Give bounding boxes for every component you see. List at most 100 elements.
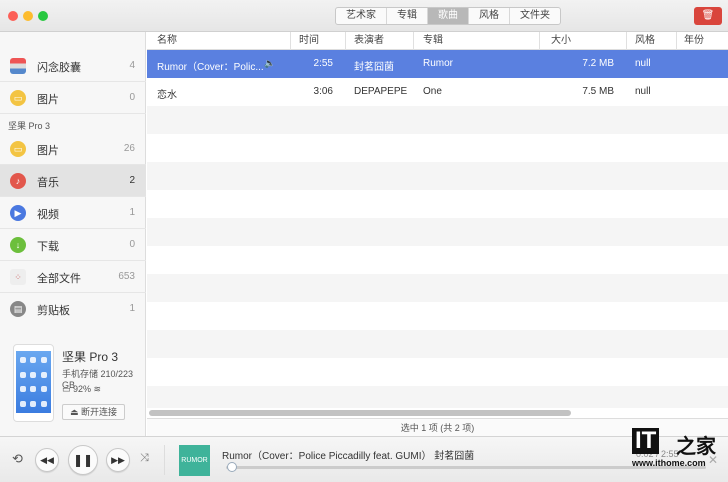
empty-row xyxy=(147,386,728,408)
previous-button[interactable]: ◀◀ xyxy=(35,448,59,472)
trash-icon: 🗑 xyxy=(702,10,715,21)
empty-row xyxy=(147,330,728,358)
sidebar-item-label: 下载 xyxy=(37,238,59,254)
cell-genre: null xyxy=(635,86,651,97)
sidebar-item-label: 图片 xyxy=(37,91,59,107)
cell-album: One xyxy=(423,86,442,97)
table-row[interactable]: 恋水 3:06 DEPAPEPE One 7.5 MB null xyxy=(147,78,728,106)
table-row[interactable]: Rumor（Cover：Polic... 🔈 2:55 封茗囧菌 Rumor 7… xyxy=(147,50,728,78)
cell-size: 7.2 MB xyxy=(582,58,614,69)
close-window-button[interactable] xyxy=(8,11,18,21)
empty-row xyxy=(147,106,728,134)
capsule-icon xyxy=(10,58,26,74)
sidebar-item-video[interactable]: ▶ 视频 1 xyxy=(0,197,146,229)
column-genre[interactable]: 风格 xyxy=(635,35,655,47)
zoom-window-button[interactable] xyxy=(38,11,48,21)
progress-knob[interactable] xyxy=(227,462,237,472)
battery-icon: ▭ xyxy=(62,384,73,394)
device-panel: 坚果 Pro 3 手机存储 210/223 GB ▭ 92% ≋ ⏏ 断开连接 xyxy=(0,330,146,436)
sidebar-item-capsule[interactable]: 闪念胶囊 4 xyxy=(0,50,146,82)
speaker-icon: 🔈 xyxy=(264,58,275,69)
table-header: 名称 时间 表演者 专辑 大小 风格 年份 xyxy=(147,32,728,50)
sidebar-item-count: 653 xyxy=(118,271,135,282)
cell-name: 恋水 xyxy=(157,86,177,101)
repeat-icon[interactable]: ⟲ xyxy=(12,451,23,467)
column-size[interactable]: 大小 xyxy=(551,35,571,47)
sidebar-item-photos-local[interactable]: ▭ 图片 0 xyxy=(0,82,146,114)
download-icon: ↓ xyxy=(10,237,26,253)
pause-icon: ❚❚ xyxy=(73,453,93,467)
cell-artist: 封茗囧菌 xyxy=(354,58,394,73)
files-icon: ⁘ xyxy=(10,269,26,285)
sidebar-item-count: 4 xyxy=(129,60,135,71)
fast-forward-icon: ▶▶ xyxy=(111,455,125,465)
pause-button[interactable]: ❚❚ xyxy=(68,445,98,475)
watermark-logo: IT 之家 www.ithome.com xyxy=(632,428,716,478)
delete-button[interactable]: 🗑 xyxy=(694,7,722,25)
device-section-label: 坚果 Pro 3 xyxy=(8,119,50,132)
empty-row xyxy=(147,162,728,190)
column-artist[interactable]: 表演者 xyxy=(354,35,384,47)
cell-size: 7.5 MB xyxy=(582,86,614,97)
video-icon: ▶ xyxy=(10,205,26,221)
song-table: 名称 时间 表演者 专辑 大小 风格 年份 Rumor（Cover：Polic.… xyxy=(147,32,728,436)
tab-genres[interactable]: 风格 xyxy=(469,8,510,24)
sidebar-item-count: 0 xyxy=(129,92,135,103)
music-icon: ♪ xyxy=(10,173,26,189)
cell-album: Rumor xyxy=(423,58,453,69)
wifi-icon: ≋ xyxy=(91,384,101,394)
sidebar-item-all-files[interactable]: ⁘ 全部文件 653 xyxy=(0,261,146,293)
sidebar-item-photos[interactable]: ▭ 图片 26 xyxy=(0,133,146,165)
sidebar-item-count: 1 xyxy=(129,207,135,218)
watermark-zh: 之家 xyxy=(676,430,716,459)
album-cover: RUMOR xyxy=(179,445,210,476)
clipboard-icon: ▤ xyxy=(10,301,26,317)
tab-artists[interactable]: 艺术家 xyxy=(336,8,387,24)
watermark-url: www.ithome.com xyxy=(632,458,706,468)
player-bar: ⟲ ◀◀ ❚❚ ▶▶ ⤨ RUMOR Rumor（Cover：Police Pi… xyxy=(0,436,728,482)
sidebar-item-label: 视频 xyxy=(37,206,59,222)
cell-name: Rumor（Cover：Polic... xyxy=(157,58,264,73)
shuffle-icon[interactable]: ⤨ xyxy=(140,452,149,465)
disconnect-label: 断开连接 xyxy=(81,407,117,417)
column-name[interactable]: 名称 xyxy=(157,35,177,47)
horizontal-scrollbar[interactable] xyxy=(149,410,571,416)
rewind-icon: ◀◀ xyxy=(40,455,54,465)
empty-row xyxy=(147,218,728,246)
column-year[interactable]: 年份 xyxy=(684,35,704,47)
sidebar-item-count: 26 xyxy=(124,143,135,154)
eject-icon: ⏏ xyxy=(70,407,81,417)
cell-time: 3:06 xyxy=(314,86,333,97)
empty-row xyxy=(147,274,728,302)
column-album[interactable]: 专辑 xyxy=(423,35,443,47)
sidebar-item-label: 剪贴板 xyxy=(37,302,70,318)
watermark-it: IT xyxy=(632,428,659,454)
sidebar-item-downloads[interactable]: ↓ 下载 0 xyxy=(0,229,146,261)
battery-percent: 92% xyxy=(73,384,91,394)
photo-icon: ▭ xyxy=(10,90,26,106)
column-time[interactable]: 时间 xyxy=(299,35,319,47)
minimize-window-button[interactable] xyxy=(23,11,33,21)
sidebar-item-count: 2 xyxy=(129,175,135,186)
cell-artist: DEPAPEPE xyxy=(354,86,407,97)
battery-status: ▭ 92% ≋ xyxy=(62,384,101,395)
tab-songs[interactable]: 歌曲 xyxy=(428,8,469,24)
title-bar: 艺术家 专辑 歌曲 风格 文件夹 🗑 xyxy=(0,0,728,32)
tab-folders[interactable]: 文件夹 xyxy=(510,8,560,24)
photo-icon: ▭ xyxy=(10,141,26,157)
sidebar-item-count: 0 xyxy=(129,239,135,250)
sidebar-item-label: 全部文件 xyxy=(37,270,81,286)
sidebar-item-count: 1 xyxy=(129,303,135,314)
sidebar-item-label: 音乐 xyxy=(37,174,59,190)
cell-genre: null xyxy=(635,58,651,69)
cell-time: 2:55 xyxy=(314,58,333,69)
next-button[interactable]: ▶▶ xyxy=(106,448,130,472)
sidebar-item-label: 闪念胶囊 xyxy=(37,59,81,75)
tab-albums[interactable]: 专辑 xyxy=(387,8,428,24)
device-name: 坚果 Pro 3 xyxy=(62,348,118,365)
phone-image xyxy=(13,344,54,422)
sidebar-item-clipboard[interactable]: ▤ 剪贴板 1 xyxy=(0,293,146,325)
disconnect-button[interactable]: ⏏ 断开连接 xyxy=(62,404,125,420)
sidebar-item-music[interactable]: ♪ 音乐 2 xyxy=(0,165,146,197)
now-playing-title: Rumor（Cover：Police Piccadilly feat. GUMI… xyxy=(222,447,474,462)
